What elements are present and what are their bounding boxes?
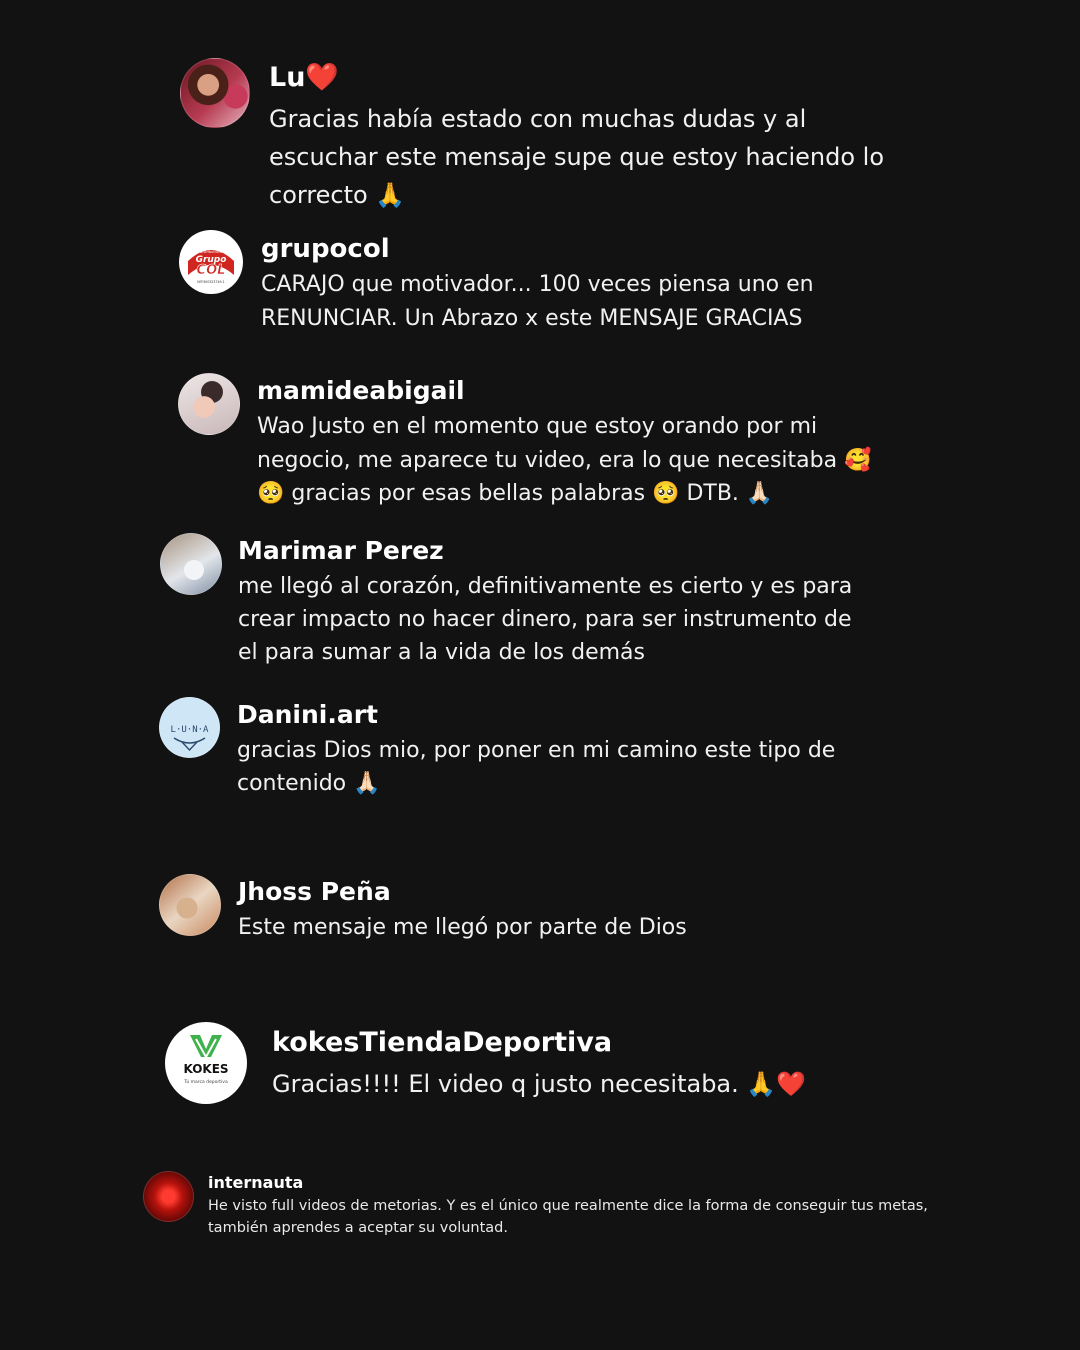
comment-username[interactable]: mamideabigail	[257, 372, 877, 410]
kokes-logo-brand: KOKES	[183, 1062, 228, 1076]
comment-body: mamideabigail Wao Justo en el momento qu…	[257, 372, 877, 511]
avatar[interactable]	[180, 58, 250, 128]
comment-text: Este mensaje me llegó por parte de Dios	[238, 915, 687, 940]
comment-text: me llegó al corazón, definitivamente es …	[238, 574, 853, 665]
comment-text: Wao Justo en el momento que estoy orando…	[257, 414, 872, 506]
comment-username[interactable]: Danini.art	[237, 697, 857, 733]
luna-logo-text: L·U·N·A	[171, 725, 210, 735]
avatar[interactable]: Distribuidora Grupo COL NIT:900323749-1	[179, 230, 243, 294]
avatar[interactable]: L·U·N·A	[159, 697, 220, 758]
comment-username[interactable]: Marimar Perez	[238, 532, 858, 570]
grupocol-logo-top: Distribuidora	[200, 250, 223, 254]
comment-body: Jhoss Peña Este mensaje me llegó por par…	[238, 873, 858, 944]
luna-logo: L·U·N·A	[160, 698, 219, 757]
avatar[interactable]	[143, 1171, 194, 1222]
grupocol-logo-bottom: NIT:900323749-1	[197, 280, 224, 284]
grupocol-logo: Distribuidora Grupo COL NIT:900323749-1	[180, 231, 242, 293]
comment-body: Danini.art gracias Dios mio, por poner e…	[237, 697, 857, 800]
comment-username[interactable]: Lu❤️	[269, 58, 909, 98]
kokes-logo-tagline: Tú marca deportiva	[183, 1078, 228, 1085]
comment-body: kokesTiendaDeportiva Gracias!!!! El vide…	[272, 1024, 912, 1103]
comment-text: Gracias había estado con muchas dudas y …	[269, 105, 885, 209]
comment-text: gracias Dios mio, por poner en mi camino…	[237, 738, 836, 796]
comment-username[interactable]: grupocol	[261, 230, 901, 268]
comment-username[interactable]: Jhoss Peña	[238, 873, 858, 911]
kokes-logo: KOKES Tú marca deportiva	[166, 1023, 246, 1103]
comment-username[interactable]: internauta	[208, 1172, 938, 1194]
comment-username[interactable]: kokesTiendaDeportiva	[272, 1024, 912, 1062]
comment-body: Marimar Perez me llegó al corazón, defin…	[238, 532, 858, 669]
avatar[interactable]	[178, 373, 240, 435]
comment-body: Lu❤️ Gracias había estado con muchas dud…	[269, 58, 909, 214]
comment-body: internauta He visto full videos de metor…	[208, 1172, 938, 1239]
avatar[interactable]	[159, 874, 221, 936]
comment-text: He visto full videos de metorias. Y es e…	[208, 1198, 928, 1236]
comment-text: Gracias!!!! El video q justo necesitaba.…	[272, 1070, 807, 1098]
comment-body: grupocol CARAJO que motivador... 100 vec…	[261, 230, 901, 336]
comment-text: CARAJO que motivador... 100 veces piensa…	[261, 272, 814, 331]
avatar[interactable]: KOKES Tú marca deportiva	[165, 1022, 247, 1104]
avatar[interactable]	[160, 533, 222, 595]
grupocol-logo-line2: COL	[197, 263, 226, 278]
